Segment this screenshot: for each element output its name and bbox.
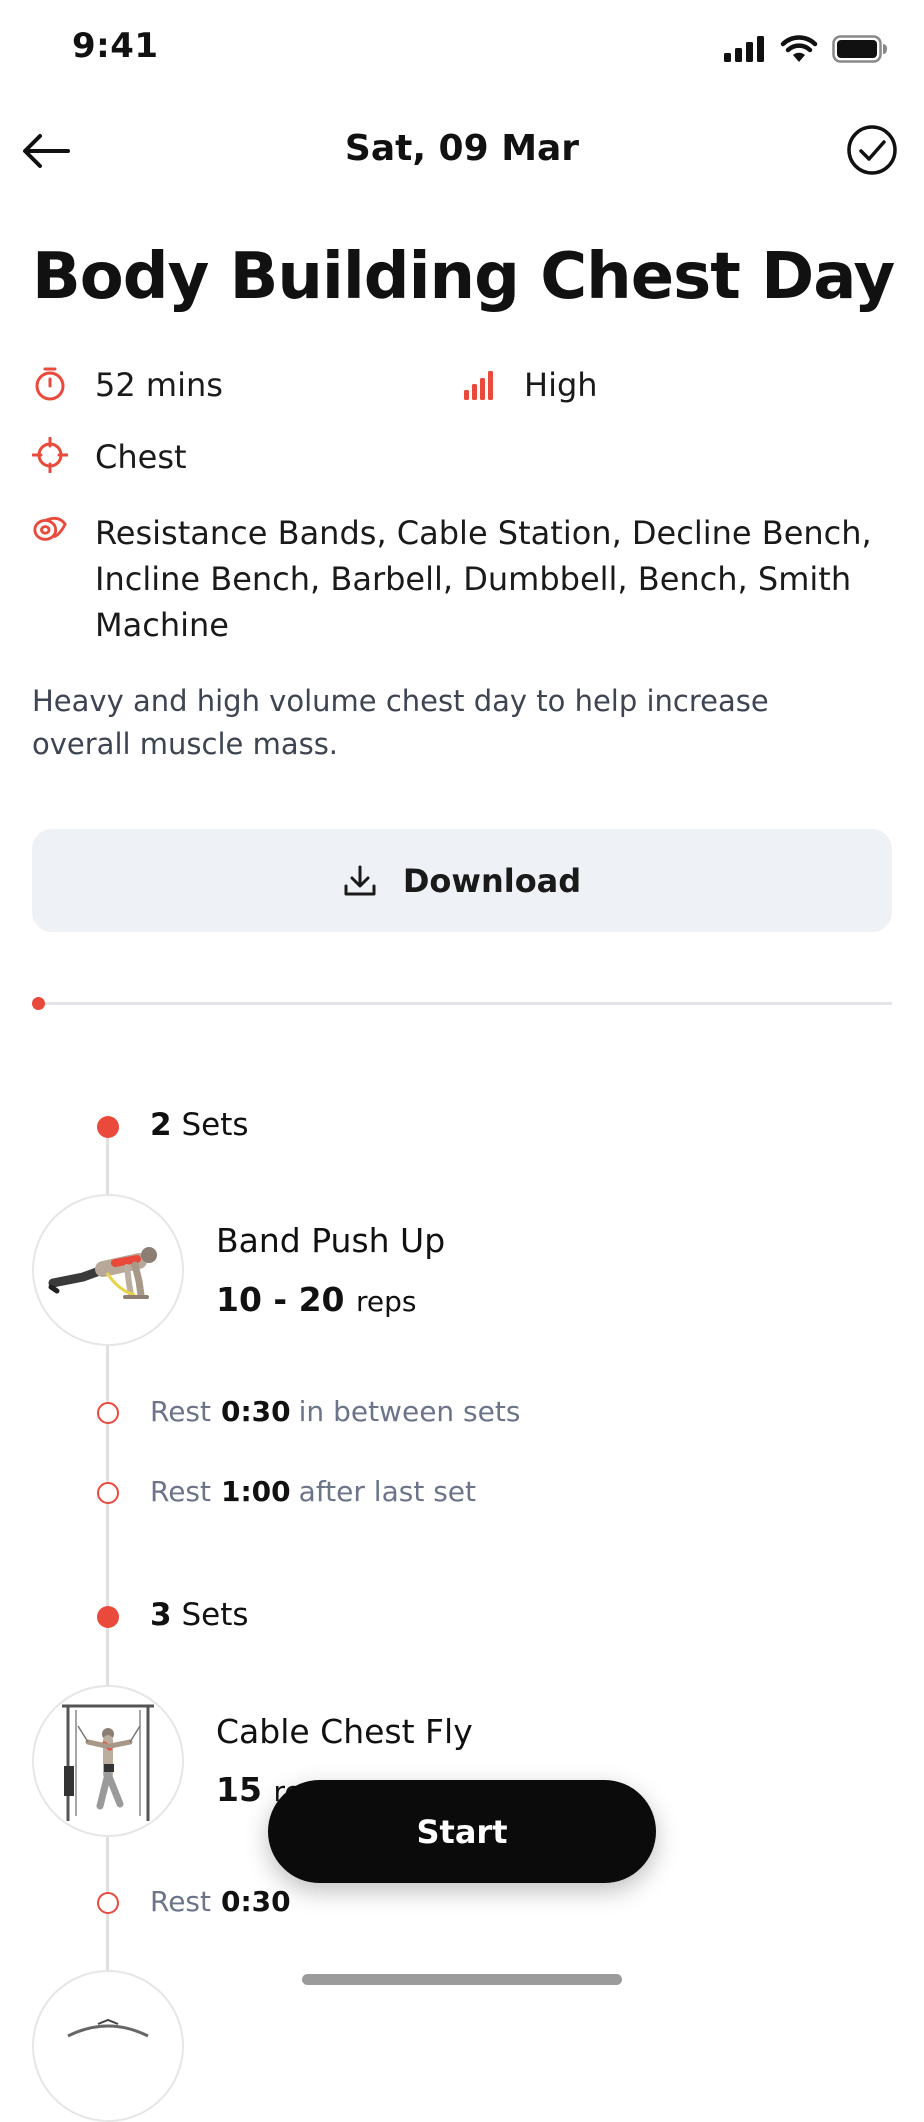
equipment-list: Resistance Bands, Cable Station, Decline… xyxy=(95,510,872,648)
complete-button[interactable] xyxy=(846,124,898,176)
download-button[interactable]: Download xyxy=(32,829,892,932)
rest-value: 0:30 xyxy=(221,1885,291,1918)
exercise-name[interactable]: Cable Chest Fly xyxy=(216,1712,473,1751)
duration-icon xyxy=(32,366,68,406)
sets-count: 2 Sets xyxy=(150,1107,249,1143)
cellular-signal-icon xyxy=(724,36,764,62)
rest-between-sets: Rest 0:30 xyxy=(150,1885,299,1918)
start-button[interactable]: Start xyxy=(268,1780,656,1883)
exercise-thumbnail[interactable] xyxy=(32,1970,184,2122)
battery-icon xyxy=(832,35,887,63)
sets-count: 3 Sets xyxy=(150,1597,249,1633)
header-date: Sat, 09 Mar xyxy=(344,128,580,169)
reps-value: 10 - 20 xyxy=(216,1280,345,1319)
sets-number: 2 xyxy=(150,1107,172,1143)
sets-number: 3 xyxy=(150,1597,172,1633)
exercise-thumbnail[interactable] xyxy=(32,1685,184,1837)
intensity-icon xyxy=(462,366,498,406)
status-time: 9:41 xyxy=(72,26,159,66)
home-indicator xyxy=(302,1974,622,1985)
rest-suffix: after last set xyxy=(298,1475,476,1508)
download-label: Download xyxy=(402,861,582,900)
cable-fly-illustration xyxy=(62,1704,154,1821)
intensity-text: High xyxy=(524,366,598,404)
workout-description: Heavy and high volume chest day to help … xyxy=(32,684,769,761)
reps-value: 15 xyxy=(216,1770,262,1809)
sets-label: Sets xyxy=(181,1597,249,1633)
reps-unit: reps xyxy=(356,1285,417,1318)
rest-dot xyxy=(97,1892,119,1914)
status-icons xyxy=(724,34,888,64)
rest-label: Rest xyxy=(150,1475,211,1508)
set-group-dot xyxy=(97,1116,119,1138)
target-muscle-icon xyxy=(31,436,69,477)
equipment-line: Machine xyxy=(95,606,229,644)
equipment-line: Incline Bench, Barbell, Dumbbell, Bench,… xyxy=(95,560,852,598)
sets-label: Sets xyxy=(181,1107,249,1143)
check-circle-icon xyxy=(847,125,897,175)
equipment-icon xyxy=(32,510,68,550)
download-icon xyxy=(344,865,376,895)
push-up-illustration xyxy=(48,1247,157,1299)
rest-value: 0:30 xyxy=(221,1395,291,1428)
workout-progress-track xyxy=(38,1002,892,1005)
workout-progress-indicator xyxy=(32,997,45,1010)
rest-dot xyxy=(97,1402,119,1424)
set-group-dot xyxy=(97,1606,119,1628)
equipment-line: Resistance Bands, Cable Station, Decline… xyxy=(95,514,872,552)
exercise-thumbnail[interactable] xyxy=(32,1194,184,1346)
rest-label: Rest xyxy=(150,1885,211,1918)
duration-text: 52 mins xyxy=(95,366,223,404)
workout-title: Body Building Chest Day xyxy=(32,240,895,314)
exercise-reps: 10 - 20 reps xyxy=(216,1280,417,1319)
rest-after-last-set: Rest 1:00 after last set xyxy=(150,1475,476,1508)
muscle-text: Chest xyxy=(95,438,187,476)
rest-between-sets: Rest 0:30 in between sets xyxy=(150,1395,520,1428)
exercise-name[interactable]: Band Push Up xyxy=(216,1221,445,1260)
rest-value: 1:00 xyxy=(221,1475,291,1508)
wifi-icon xyxy=(780,35,818,62)
exercise-illustration xyxy=(67,2018,149,2038)
rest-label: Rest xyxy=(150,1395,211,1428)
rest-suffix: in between sets xyxy=(298,1395,521,1428)
rest-dot xyxy=(97,1482,119,1504)
